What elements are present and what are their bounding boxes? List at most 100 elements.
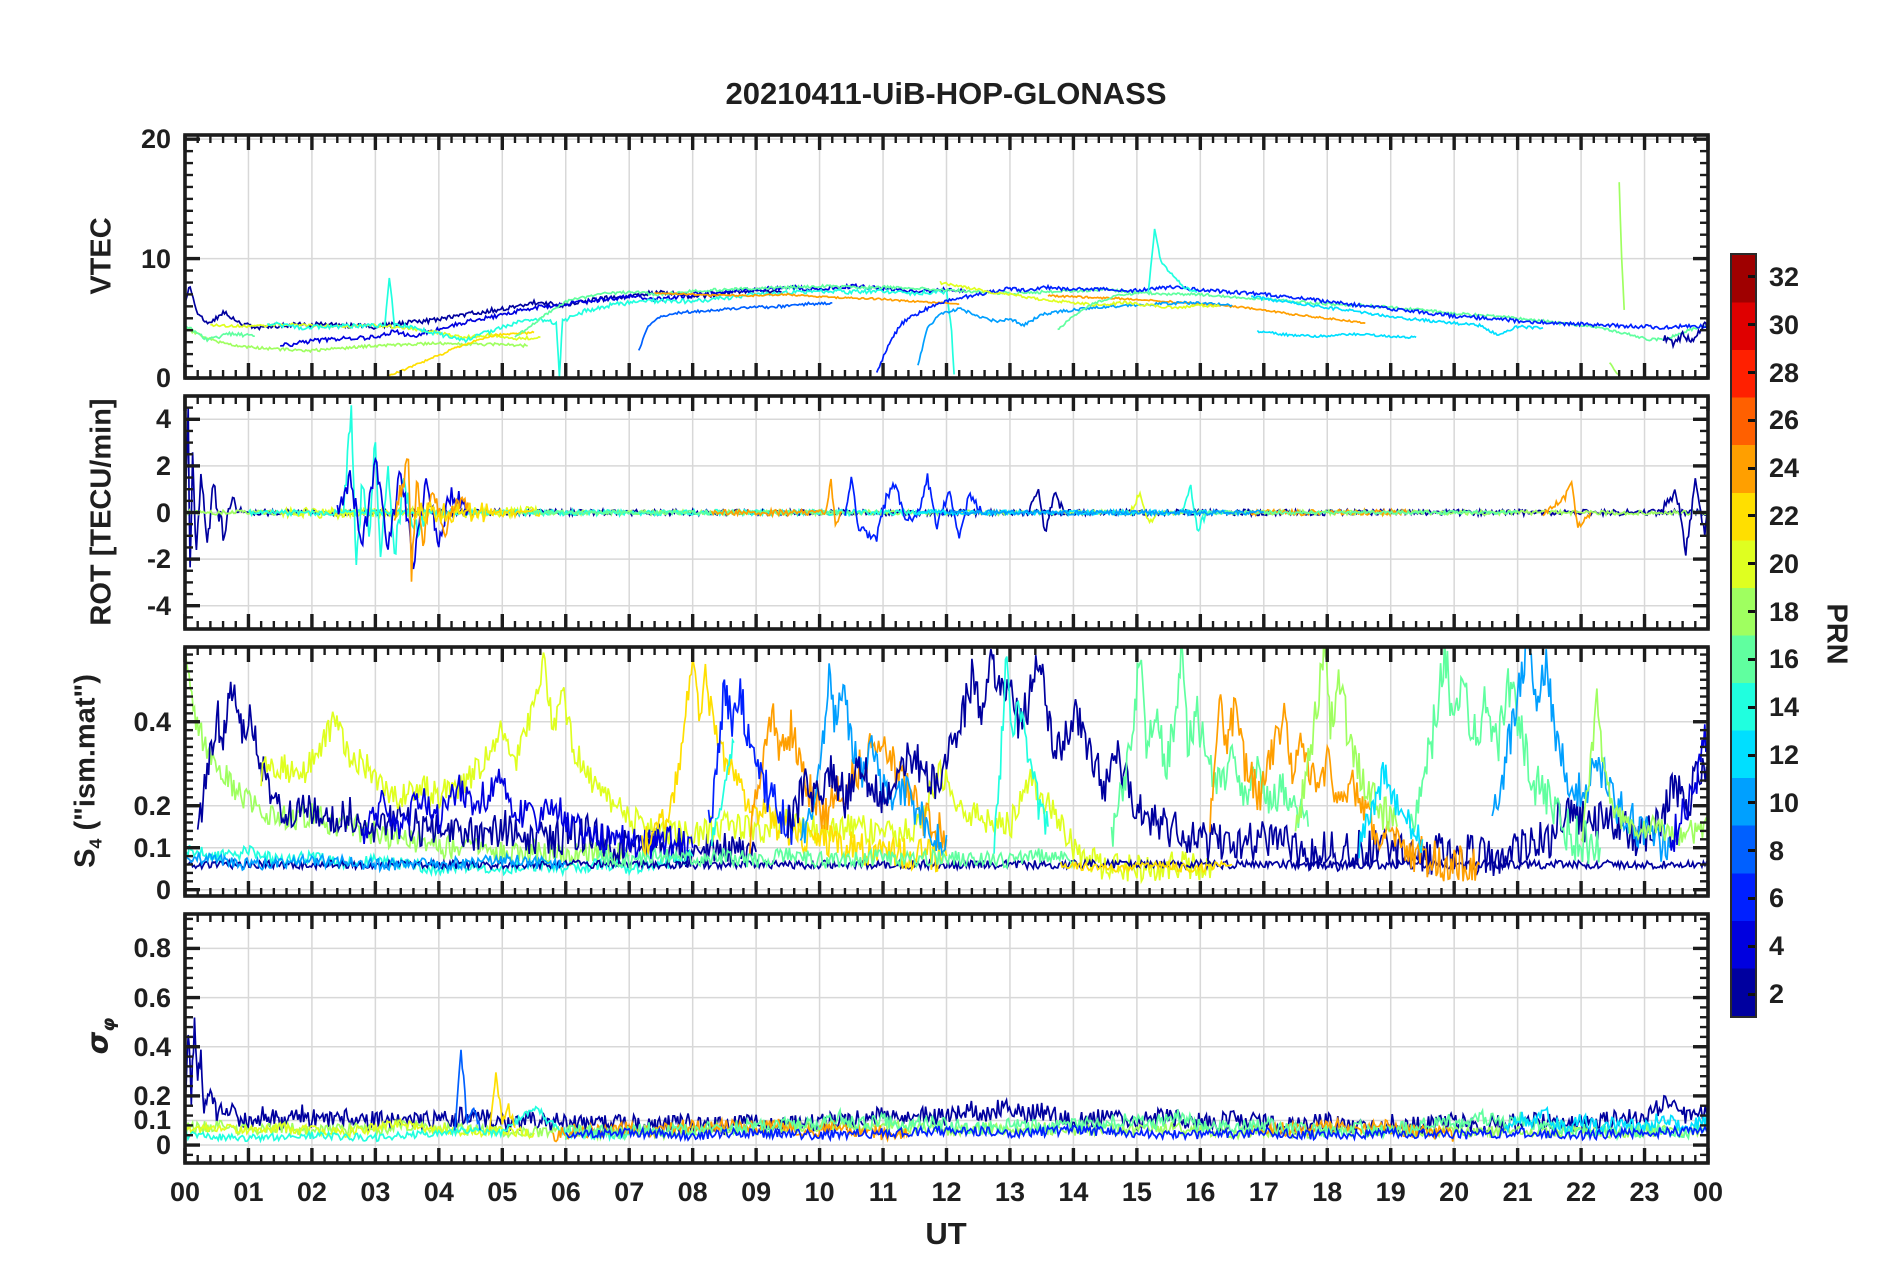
colorbar-tick-mark [1748,562,1755,566]
x-tick-label: 12 [931,1177,962,1207]
x-tick-label: 07 [614,1177,645,1207]
colorbar-tick-mark [1748,275,1755,279]
colorbar-tick-label: 20 [1769,548,1800,579]
colorbar-tick-label: 30 [1769,309,1800,340]
series-line-prn2 [787,648,1708,876]
y-tick-label: 4 [155,404,171,435]
y-tick-label: 10 [140,243,171,274]
x-tick-label: 19 [1375,1177,1406,1207]
y-tick-label: 0.4 [133,1031,171,1062]
colorbar-tick-mark [1748,801,1755,805]
x-tick-label: 10 [804,1177,835,1207]
y-tick-label: -2 [146,544,171,575]
y-tick-label: 0.1 [133,832,171,863]
series-line-prn14 [1180,484,1208,532]
plot-canvas [183,133,1710,1165]
colorbar-tick-mark [1748,466,1755,470]
x-tick-label: 23 [1629,1177,1660,1207]
colorbar-tick-mark [1748,753,1755,757]
x-tick-label: 16 [1185,1177,1216,1207]
colorbar-tick-mark [1748,610,1755,614]
x-tick-label: 15 [1121,1177,1152,1207]
y-tick-label: 20 [140,124,171,155]
x-tick-label: 04 [423,1177,454,1207]
x-tick-label: 03 [360,1177,391,1207]
y-tick-label: 0.8 [133,933,171,964]
panel-sigma_phi [183,912,1710,1165]
x-tick-label: 18 [1312,1177,1343,1207]
x-tick-label: 17 [1248,1177,1279,1207]
x-tick-label: 05 [487,1177,518,1207]
colorbar-tick-mark [1748,371,1755,375]
y-tick-label: 0.2 [133,1080,171,1111]
colorbar-tick-mark [1748,514,1755,518]
colorbar-tick-label: 6 [1769,883,1785,914]
series-line-prn2 [196,681,757,868]
colorbar-tick-mark [1748,323,1755,327]
colorbar-tick-label: 26 [1769,405,1800,436]
colorbar [1730,253,1757,1018]
x-tick-label: 00 [169,1177,201,1207]
y-tick-label: 0 [155,874,171,905]
colorbar-tick-label: 22 [1769,500,1800,531]
colorbar-tick-label: 10 [1769,787,1800,818]
x-tick-label: 21 [1502,1177,1533,1207]
x-tick-label: 11 [868,1177,898,1207]
colorbar-tick-mark [1748,849,1755,853]
colorbar-tick-label: 12 [1769,740,1800,771]
series-line-prn14 [1147,228,1198,293]
series-line-prn2 [185,407,243,568]
y-tick-label: 0.4 [133,706,171,737]
series-line-prn18 [1618,182,1626,310]
x-tick-label: 00 [1692,1177,1724,1207]
x-tick-label: 20 [1439,1177,1470,1207]
colorbar-tick-mark [1748,657,1755,661]
series-line-prn20 [1129,490,1160,525]
colorbar-tick-mark [1748,944,1755,948]
colorbar-tick-label: 2 [1769,979,1785,1010]
y-tick-label: 2 [155,450,171,481]
series-line-prn16 [1408,647,1601,865]
series-line-prn8 [637,301,833,351]
colorbar-tick-label: 32 [1769,261,1800,292]
series-line-prn6 [844,473,983,542]
y-tick-label: 0.2 [133,790,171,821]
x-tick-label: 22 [1566,1177,1597,1207]
y-tick-label: 0 [155,363,171,393]
x-tick-label: 08 [677,1177,708,1207]
x-tick-label: 09 [741,1177,772,1207]
x-tick-label: 14 [1058,1177,1089,1207]
colorbar-tick-mark [1748,418,1755,422]
colorbar-tick-mark [1748,705,1755,709]
colorbar-tick-label: 24 [1769,453,1800,484]
chart-figure: 20210411-UiB-HOP-GLONASS VTEC ROT [TECU/… [0,0,1902,1272]
colorbar-tick-label: 18 [1769,596,1800,627]
series-line-prn18 [1608,362,1619,376]
panel-rot [183,394,1710,631]
panel-s4 [183,645,1710,898]
series-line-prn12 [1256,329,1417,340]
colorbar-tick-label: 14 [1769,692,1800,723]
x-tick-label: 01 [233,1177,264,1207]
y-tick-label: -4 [146,590,171,621]
colorbar-tick-label: 28 [1769,357,1800,388]
colorbar-tick-mark [1748,992,1755,996]
panel-vtec [183,133,1710,380]
x-tick-label: 06 [550,1177,581,1207]
colorbar-tick-label: 16 [1769,644,1800,675]
series-line-prn4 [280,282,966,348]
colorbar-label: PRN [1820,603,1853,665]
x-axis-label: UT [925,1216,967,1251]
series-line-prn24 [1542,479,1592,529]
series-line-prn24 [710,478,842,529]
x-tick-label: 13 [994,1177,1025,1207]
y-tick-label: 0.6 [133,982,171,1013]
y-tick-label: 0 [155,497,171,528]
series-line-prn10 [917,300,1233,366]
colorbar-tick-label: 4 [1769,931,1785,962]
x-tick-label: 02 [296,1177,327,1207]
series-line-prn14 [710,737,735,847]
series-line-prn6 [875,283,1708,373]
colorbar-tick-mark [1748,896,1755,900]
gridlines [185,135,1708,378]
